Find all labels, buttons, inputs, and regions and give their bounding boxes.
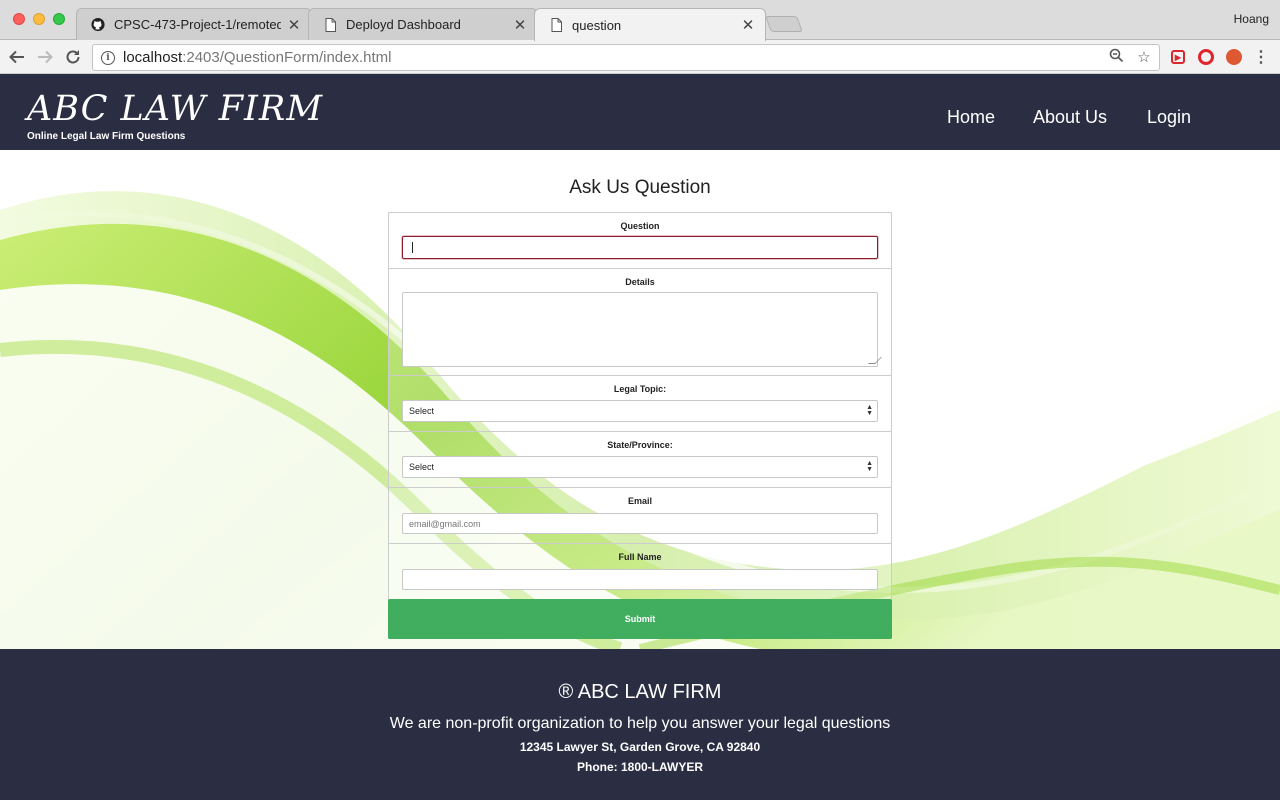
email-group: Email email@gmail.com xyxy=(389,488,891,544)
url-host: localhost xyxy=(123,49,183,66)
close-icon[interactable]: ✕ xyxy=(513,16,527,34)
footer-brand: ® ABC LAW FIRM xyxy=(558,681,722,703)
reload-icon[interactable] xyxy=(61,45,85,69)
close-icon[interactable]: ✕ xyxy=(741,16,755,34)
browser-toolbar: i localhost:2403/QuestionForm/index.html… xyxy=(0,40,1280,74)
nav-home[interactable]: Home xyxy=(947,107,995,128)
tab-question[interactable]: question ✕ xyxy=(534,8,766,41)
address-bar[interactable]: i localhost:2403/QuestionForm/index.html… xyxy=(92,44,1160,71)
email-label: Email xyxy=(627,496,652,506)
minimize-window-button[interactable] xyxy=(33,13,45,25)
legal-topic-value: Select xyxy=(409,406,435,416)
details-group: Details xyxy=(389,269,891,376)
question-form: Question Details Legal Topic: Select ▲ ▼ … xyxy=(388,212,892,639)
state-select[interactable]: Select ▲ ▼ xyxy=(402,456,878,478)
github-icon xyxy=(91,17,105,33)
forward-arrow-icon[interactable] xyxy=(33,45,57,69)
tagline: Online Legal Law Firm Questions xyxy=(27,131,186,142)
select-arrows-icon: ▲ ▼ xyxy=(866,460,873,473)
tab-github[interactable]: CPSC-473-Project-1/remoted ✕ xyxy=(76,8,312,40)
footer-mission: We are non-profit organization to help y… xyxy=(389,715,891,732)
extension-icon[interactable]: ▶ xyxy=(1169,48,1187,66)
question-group: Question xyxy=(389,213,891,269)
brand-logo[interactable]: ABC LAW FIRM xyxy=(27,92,323,127)
page-icon xyxy=(323,17,337,33)
tab-deployd-dashboard[interactable]: Deployd Dashboard ✕ xyxy=(308,8,538,40)
browser-menu-icon[interactable]: ⋮ xyxy=(1252,48,1270,66)
footer-address: 12345 Lawyer St, Garden Grove, CA 92840 xyxy=(519,740,761,754)
back-arrow-icon[interactable] xyxy=(5,45,29,69)
browser-tab-strip: CPSC-473-Project-1/remoted ✕ Deployd Das… xyxy=(0,0,1280,41)
tab-title: Deployd Dashboard xyxy=(346,17,461,32)
legal-topic-select[interactable]: Select ▲ ▼ xyxy=(402,400,878,422)
details-textarea[interactable] xyxy=(402,292,882,367)
page-icon xyxy=(549,17,563,33)
bookmark-star-icon[interactable]: ☆ xyxy=(1135,48,1153,67)
select-arrows-icon: ▲ ▼ xyxy=(866,404,873,417)
maximize-window-button[interactable] xyxy=(53,13,65,25)
question-label: Question xyxy=(620,221,660,231)
zoom-icon[interactable] xyxy=(1107,48,1125,67)
site-footer: ® ABC LAW FIRM We are non-profit organiz… xyxy=(0,649,1280,800)
email-field[interactable]: email@gmail.com xyxy=(402,513,878,534)
nav-about-us[interactable]: About Us xyxy=(1033,107,1107,128)
submit-button[interactable]: Submit xyxy=(388,599,892,639)
duckduckgo-icon[interactable] xyxy=(1225,48,1243,66)
nav-login[interactable]: Login xyxy=(1147,107,1191,128)
footer-phone: Phone: 1800-LAWYER xyxy=(576,760,704,774)
site-header: ABC LAW FIRM Online Legal Law Firm Quest… xyxy=(0,74,1280,150)
resize-grip-icon[interactable] xyxy=(868,357,882,364)
info-icon[interactable]: i xyxy=(101,50,115,65)
new-tab-button[interactable] xyxy=(765,16,803,32)
state-group: State/Province: Select ▲ ▼ xyxy=(389,432,891,488)
tab-title: CPSC-473-Project-1/remoted xyxy=(114,17,281,32)
close-icon[interactable]: ✕ xyxy=(287,16,301,34)
state-value: Select xyxy=(409,462,435,472)
full-name-label: Full Name xyxy=(618,552,662,562)
legal-topic-group: Legal Topic: Select ▲ ▼ xyxy=(389,376,891,432)
opera-extension-icon[interactable] xyxy=(1197,48,1215,66)
text-caret xyxy=(412,242,413,253)
full-name-group: Full Name xyxy=(389,544,891,600)
state-label: State/Province: xyxy=(607,440,673,450)
close-window-button[interactable] xyxy=(13,13,25,25)
details-label: Details xyxy=(625,277,655,287)
legal-topic-label: Legal Topic: xyxy=(613,384,667,394)
url-path: :2403/QuestionForm/index.html xyxy=(182,49,392,66)
page-title: Ask Us Question xyxy=(569,177,711,198)
email-placeholder: email@gmail.com xyxy=(409,518,481,529)
tab-title: question xyxy=(572,17,622,33)
question-input[interactable] xyxy=(402,236,878,259)
profile-name[interactable]: Hoang xyxy=(1234,12,1269,26)
full-name-field[interactable] xyxy=(402,569,878,590)
